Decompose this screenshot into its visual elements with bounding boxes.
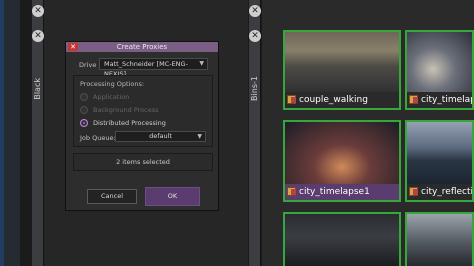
close-icon[interactable]: ✕ xyxy=(249,5,261,17)
dialog-title: Create Proxies xyxy=(116,43,168,51)
clip-thumbnail xyxy=(285,32,399,94)
clip-tile[interactable]: couple_walking xyxy=(283,30,401,110)
clip-tile[interactable]: city_reflection xyxy=(405,120,474,202)
left-edge-panel xyxy=(0,0,20,266)
clip-tile[interactable]: city_timelapse xyxy=(405,30,474,110)
close-icon[interactable]: ✕ xyxy=(249,30,261,42)
chevron-down-icon: ▼ xyxy=(197,133,202,140)
clip-icon xyxy=(287,187,296,196)
selection-status: 2 items selected xyxy=(73,153,213,171)
clip-name: city_timelapse xyxy=(421,95,472,105)
option-label: Application xyxy=(93,93,130,101)
option-background-process[interactable]: Background Process xyxy=(80,105,159,115)
job-queue-label: Job Queue: xyxy=(80,134,116,142)
bins-tab-label: Bins-1 xyxy=(250,76,259,101)
close-icon[interactable]: ✕ xyxy=(32,5,44,17)
clip-thumbnail xyxy=(285,214,399,266)
clip-caption: city_timelapse1 xyxy=(285,184,399,200)
bins-panel-tab[interactable]: ✕ ✕ Bins-1 xyxy=(249,0,261,266)
close-icon[interactable]: ✕ xyxy=(32,30,44,42)
black-tab-label: Black xyxy=(33,78,42,100)
clip-name: couple_walking xyxy=(299,95,368,105)
clip-tile[interactable] xyxy=(405,212,474,266)
radio-button[interactable] xyxy=(80,106,88,114)
clip-thumbnail xyxy=(407,122,472,186)
option-application[interactable]: Application xyxy=(80,92,129,102)
option-label: Distributed Processing xyxy=(93,119,166,127)
clip-icon xyxy=(287,95,296,104)
dialog-title-bar[interactable]: Create Proxies ✕ xyxy=(66,42,218,52)
clip-caption: couple_walking xyxy=(285,92,399,108)
cancel-button[interactable]: Cancel xyxy=(87,189,137,204)
clip-tile[interactable] xyxy=(283,212,401,266)
left-edge-stripe xyxy=(0,0,4,266)
clip-caption: city_timelapse xyxy=(407,92,472,108)
clip-thumbnail xyxy=(407,214,472,266)
drive-label: Drive xyxy=(79,61,97,69)
close-icon[interactable]: ✕ xyxy=(68,43,78,51)
chevron-down-icon: ▼ xyxy=(199,60,204,67)
black-panel-tab[interactable]: ✕ ✕ Black xyxy=(32,0,44,266)
clip-icon xyxy=(409,95,418,104)
radio-button-selected[interactable] xyxy=(80,119,88,127)
clip-caption: city_reflection xyxy=(407,184,472,200)
clip-name: city_reflection xyxy=(421,187,474,197)
processing-options-title: Processing Options: xyxy=(80,80,145,88)
clip-icon xyxy=(409,187,418,196)
ok-button[interactable]: OK xyxy=(145,187,200,206)
radio-button[interactable] xyxy=(80,93,88,101)
option-label: Background Process xyxy=(93,106,159,114)
job-queue-dropdown[interactable]: default ▼ xyxy=(115,131,206,142)
option-distributed-processing[interactable]: Distributed Processing xyxy=(80,118,166,128)
job-queue-value: default xyxy=(149,132,172,140)
clip-tile-selected[interactable]: city_timelapse1 xyxy=(283,120,401,202)
processing-options-group: Processing Options: Application Backgrou… xyxy=(73,75,213,147)
clip-thumbnail xyxy=(285,122,399,186)
clip-name: city_timelapse1 xyxy=(299,187,370,197)
clip-thumbnail xyxy=(407,32,472,94)
drive-dropdown[interactable]: Matt_Schneider [MC-ENG-NEXIS] ▼ xyxy=(99,58,208,78)
create-proxies-dialog: Create Proxies ✕ Drive Matt_Schneider [M… xyxy=(65,41,219,211)
